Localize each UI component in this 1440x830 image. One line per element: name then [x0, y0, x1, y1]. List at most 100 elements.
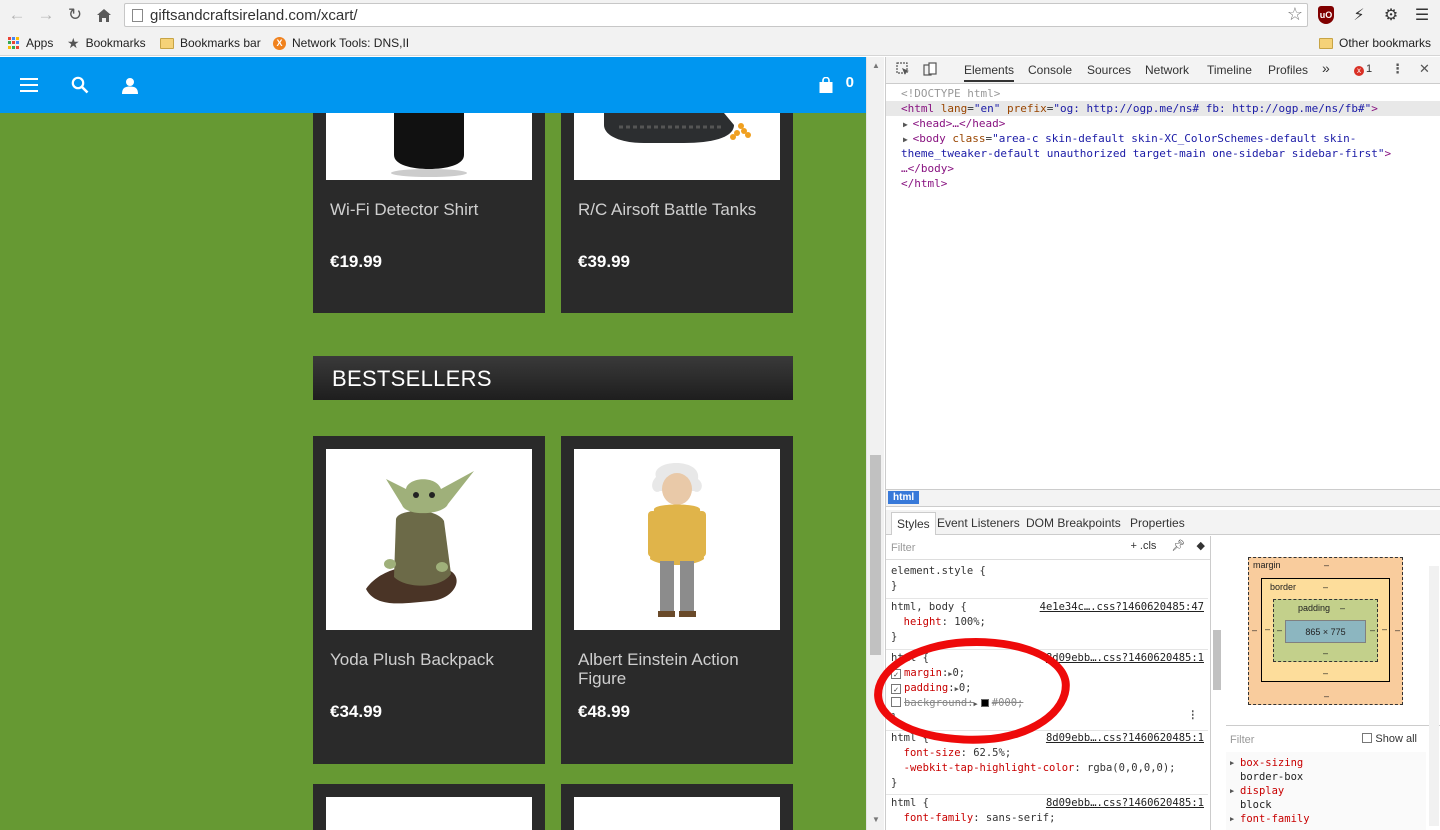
prop-value[interactable]: 0; — [952, 667, 965, 679]
style-rule-html-body[interactable]: html, body {4e1e34c….css?1460620485:47 h… — [886, 600, 1208, 650]
pin-icon[interactable]: 📌︎ — [1172, 540, 1186, 552]
tab-elements[interactable]: Elements — [964, 63, 1015, 82]
prop-name[interactable]: padding — [904, 682, 948, 694]
devtools-menu-icon[interactable]: ⋮ — [1391, 62, 1404, 77]
product-name[interactable]: Wi-Fi Detector Shirt — [330, 200, 530, 219]
page-scrollbar-thumb[interactable] — [870, 455, 881, 655]
dom-node-body-cont[interactable]: theme_tweaker-default unauthorized targe… — [901, 146, 1391, 161]
dom-body-close[interactable]: …</body> — [901, 161, 954, 176]
box-model-padding[interactable]: padding – – – – 865 × 775 — [1273, 599, 1378, 662]
toggle-element-state-icon[interactable]: ◆ — [1197, 540, 1205, 552]
tab-profiles[interactable]: Profiles — [1268, 63, 1308, 77]
product-card[interactable] — [561, 784, 793, 830]
style-rule-html-1[interactable]: html {8d09ebb….css?1460620485:1 ✓ margin:… — [886, 651, 1208, 731]
tab-properties[interactable]: Properties — [1130, 516, 1185, 530]
breadcrumb-html[interactable]: html — [888, 491, 920, 504]
error-counter[interactable]: x1 — [1354, 63, 1372, 76]
other-bookmarks[interactable]: Other bookmarks — [1319, 34, 1431, 52]
close-icon[interactable]: ✕ — [1419, 62, 1430, 77]
gear-icon[interactable]: ⚙ — [1381, 5, 1401, 25]
product-image[interactable] — [574, 449, 780, 630]
expand-triangle-icon[interactable]: ▶ — [1230, 784, 1234, 798]
prop-checkbox[interactable]: ✓ — [891, 669, 901, 679]
dom-node-html[interactable]: <html lang="en" prefix="og: http://ogp.m… — [886, 101, 1440, 116]
bookmark-bookmarks[interactable]: ★ Bookmarks — [67, 34, 146, 52]
page-scrollbar[interactable]: ▲ ▼ — [866, 57, 884, 830]
dom-node-head[interactable]: ▶ <head>…</head> — [903, 116, 1005, 132]
prop-value[interactable]: #000; — [992, 697, 1024, 709]
prop-value[interactable]: rgba(0,0,0,0); — [1087, 762, 1176, 774]
product-image[interactable] — [326, 113, 532, 180]
inspect-element-icon[interactable] — [896, 62, 910, 80]
prop-value[interactable]: sans-serif; — [986, 812, 1056, 824]
rule-menu-icon[interactable]: ⋮ — [1188, 708, 1199, 723]
computed-scrollbar[interactable] — [1429, 566, 1439, 826]
dom-html-close[interactable]: </html> — [901, 176, 947, 191]
box-model-margin[interactable]: margin – – – – border – – – – padding – … — [1248, 557, 1403, 705]
product-image[interactable] — [574, 797, 780, 830]
bookmark-bookmarks-bar[interactable]: Bookmarks bar — [160, 34, 261, 52]
product-card[interactable]: R/C Airsoft Battle Tanks €39.99 — [561, 113, 793, 313]
product-image[interactable] — [326, 797, 532, 830]
styles-filter-input[interactable]: Filter — [891, 542, 915, 554]
tab-sources[interactable]: Sources — [1087, 63, 1131, 77]
user-account-icon[interactable] — [118, 73, 142, 97]
expand-triangle-icon[interactable]: ▶ — [1230, 756, 1234, 770]
ublock-extension-icon[interactable]: uO — [1318, 6, 1334, 24]
tab-timeline[interactable]: Timeline — [1207, 63, 1252, 77]
reload-icon[interactable]: ↻ — [64, 4, 86, 26]
product-card[interactable]: Yoda Plush Backpack €34.99 — [313, 436, 545, 764]
address-bar[interactable]: giftsandcraftsireland.com/xcart/ ☆ — [124, 3, 1308, 27]
prop-value[interactable]: 62.5%; — [973, 747, 1011, 759]
more-tabs-button[interactable]: » — [1322, 60, 1330, 76]
color-swatch[interactable] — [980, 699, 989, 707]
product-card[interactable]: Albert Einstein Action Figure €48.99 — [561, 436, 793, 764]
styles-scrollbar[interactable] — [1211, 560, 1223, 830]
bookmark-star-icon[interactable]: ☆ — [1287, 4, 1303, 25]
product-name[interactable]: R/C Airsoft Battle Tanks — [578, 200, 778, 219]
computed-prop-name[interactable]: ▶ box-sizing — [1230, 756, 1303, 770]
product-name[interactable]: Albert Einstein Action Figure — [578, 650, 778, 688]
chrome-menu-icon[interactable]: ☰ — [1412, 5, 1432, 25]
style-rule-html-2[interactable]: html {8d09ebb….css?1460620485:1 font-siz… — [886, 731, 1208, 795]
product-image[interactable] — [574, 113, 780, 180]
dom-doctype[interactable]: <!DOCTYPE html> — [901, 86, 1000, 101]
style-rule-html-3[interactable]: html {8d09ebb….css?1460620485:1 font-fam… — [886, 796, 1208, 830]
address-url[interactable]: giftsandcraftsireland.com/xcart/ — [150, 7, 358, 24]
computed-prop-name[interactable]: ▶ display — [1230, 784, 1284, 798]
rule-source-link[interactable]: 8d09ebb….css?1460620485:1 — [1046, 651, 1204, 666]
computed-filter-input[interactable]: Filter — [1230, 734, 1254, 746]
product-image[interactable] — [326, 449, 532, 630]
dom-tree[interactable]: <!DOCTYPE html> <html lang="en" prefix="… — [886, 85, 1440, 488]
tab-console[interactable]: Console — [1028, 63, 1072, 77]
computed-prop-name[interactable]: ▶ font-family — [1230, 812, 1310, 826]
scroll-down-arrow-icon[interactable]: ▼ — [872, 815, 880, 824]
shopping-bag-icon[interactable] — [814, 73, 838, 97]
prop-name[interactable]: font-family — [904, 812, 974, 824]
tab-event-listeners[interactable]: Event Listeners — [937, 516, 1020, 530]
prop-checkbox[interactable] — [891, 697, 901, 707]
rule-source-link[interactable]: 8d09ebb….css?1460620485:1 — [1046, 731, 1204, 746]
dom-node-body[interactable]: ▶ <body class="area-c skin-default skin-… — [903, 131, 1356, 147]
prop-value[interactable]: 100%; — [954, 616, 986, 628]
prop-name[interactable]: -webkit-tap-highlight-color — [904, 762, 1075, 774]
prop-name[interactable]: margin — [904, 667, 942, 679]
tab-styles[interactable]: Styles — [891, 512, 936, 535]
add-rule-and-cls-buttons[interactable]: + .cls — [1130, 540, 1156, 552]
device-mode-icon[interactable] — [923, 62, 937, 80]
tab-network[interactable]: Network — [1145, 63, 1189, 77]
box-model-border[interactable]: border – – – – padding – – – – 865 × 775 — [1261, 578, 1390, 682]
style-rule-element[interactable]: element.style { } — [886, 564, 1208, 599]
rule-source-link[interactable]: 8d09ebb….css?1460620485:1 — [1046, 796, 1204, 811]
hamburger-menu-icon[interactable] — [17, 73, 41, 97]
product-card[interactable]: Wi-Fi Detector Shirt €19.99 — [313, 113, 545, 313]
forward-arrow-icon[interactable]: → — [35, 4, 57, 26]
bookmark-network-tools[interactable]: X Network Tools: DNS,IP — [273, 34, 408, 52]
show-all-checkbox[interactable] — [1362, 733, 1373, 743]
scroll-up-arrow-icon[interactable]: ▲ — [872, 61, 880, 70]
box-model-content[interactable]: 865 × 775 — [1285, 620, 1366, 643]
bookmark-apps[interactable]: Apps — [8, 34, 53, 52]
rule-source-link[interactable]: 4e1e34c….css?1460620485:47 — [1040, 600, 1204, 615]
show-all-toggle[interactable]: Show all — [1362, 733, 1417, 745]
tab-dom-breakpoints[interactable]: DOM Breakpoints — [1026, 516, 1121, 530]
